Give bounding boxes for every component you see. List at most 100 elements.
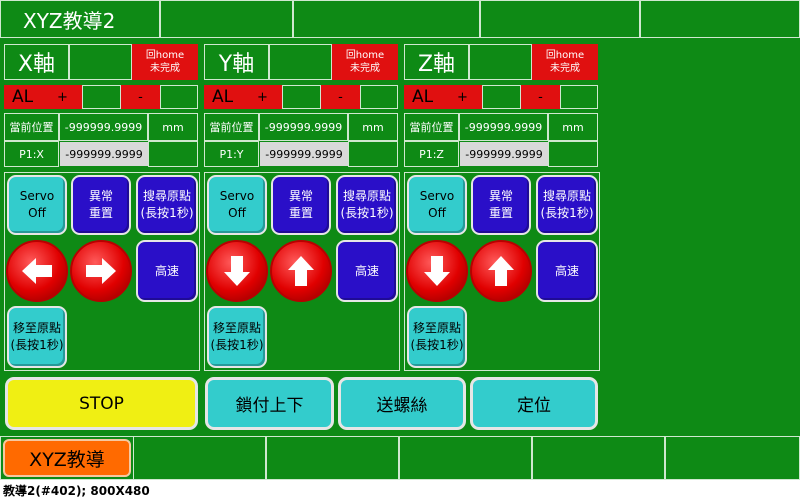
page-title: XYZ教導2 [23,8,116,33]
move-line2: (長按1秒) [210,338,264,352]
move-home-button[interactable]: 移至原點 (長按1秒) [7,306,67,368]
position-value: -999999.9999 [59,113,148,141]
move-line1: 移至原點 [412,321,461,335]
search-home-button[interactable]: 搜尋原點 (長按1秒) [536,175,598,235]
jog-minus-button[interactable]: - [521,85,560,109]
position-button[interactable]: 定位 [470,377,598,430]
home-status-line2: 未完成 [350,63,380,74]
move-line1: 移至原點 [12,321,61,335]
servo-toggle-button[interactable]: Servo Off [207,175,267,235]
position-unit: mm [348,113,398,141]
header-cell-empty [293,0,480,38]
jog-spacer [82,85,121,109]
servo-line1: Servo [419,189,455,203]
reset-line1: 異常 [288,189,313,203]
jog-plus-button[interactable]: + [443,85,482,109]
reset-line2: 重置 [288,206,313,220]
home-status-badge: 回home 未完成 [132,44,198,80]
axis-name-spacer [69,44,132,80]
alarm-reset-button[interactable]: 異常 重置 [471,175,531,235]
position-unit: mm [148,113,198,141]
home-status-line1: 回home [345,50,385,61]
jog-minus-button[interactable]: - [121,85,160,109]
p1-spacer [548,141,598,167]
nav-slot-empty [266,436,399,480]
search-line2: (長按1秒) [140,206,194,220]
alarm-indicator: AL [4,85,43,109]
down-arrow-icon [224,256,250,286]
servo-toggle-button[interactable]: Servo Off [7,175,67,235]
move-home-button[interactable]: 移至原點 (長按1秒) [207,306,267,368]
reset-line1: 異常 [488,189,513,203]
axis-name: Z軸 [404,44,469,80]
up-arrow-icon [488,256,514,286]
axis-name: X軸 [4,44,69,80]
jog-down-button[interactable] [406,240,468,302]
header-cell-empty [480,0,640,38]
nav-slot-empty [399,436,532,480]
home-status-line2: 未完成 [150,63,180,74]
alarm-indicator: AL [404,85,443,109]
move-home-button[interactable]: 移至原點 (長按1秒) [407,306,467,368]
search-home-button[interactable]: 搜尋原點 (長按1秒) [336,175,398,235]
speed-button[interactable]: 高速 [136,240,198,302]
jog-plus-button[interactable]: + [243,85,282,109]
axis-name: Y軸 [204,44,269,80]
jog-plus-button[interactable]: + [43,85,82,109]
reset-line2: 重置 [488,206,513,220]
position-label: 當前位置 [4,113,59,141]
feed-screw-button[interactable]: 送螺絲 [338,377,466,430]
p1-value-field[interactable]: -999999.9999 [60,142,148,166]
p1-value-field[interactable]: -999999.9999 [260,142,348,166]
move-line2: (長按1秒) [10,338,64,352]
home-status-line2: 未完成 [550,63,580,74]
down-arrow-icon [424,256,450,286]
lock-updown-button[interactable]: 鎖付上下 [205,377,334,430]
search-line1: 搜尋原點 [542,189,591,203]
alarm-reset-button[interactable]: 異常 重置 [271,175,331,235]
jog-down-button[interactable] [206,240,268,302]
screen-caption: 教導2(#402); 800X480 [3,484,150,498]
header-cell-empty [640,0,800,38]
home-status-badge: 回home 未完成 [332,44,398,80]
home-status-badge: 回home 未完成 [532,44,598,80]
p1-label: P1:X [4,141,59,167]
jog-right-button[interactable] [70,240,132,302]
nav-teach-button[interactable]: XYZ教導 [3,439,131,477]
servo-line1: Servo [19,189,55,203]
jog-minus-button[interactable]: - [321,85,360,109]
p1-label: P1:Y [204,141,259,167]
left-arrow-icon [22,258,52,284]
axis-name-spacer [269,44,332,80]
jog-left-button[interactable] [6,240,68,302]
alarm-reset-button[interactable]: 異常 重置 [71,175,131,235]
position-value: -999999.9999 [459,113,548,141]
axis-name-spacer [469,44,532,80]
p1-value-field[interactable]: -999999.9999 [460,142,548,166]
search-home-button[interactable]: 搜尋原點 (長按1秒) [136,175,198,235]
servo-line1: Servo [219,189,255,203]
move-line1: 移至原點 [212,321,261,335]
jog-up-button[interactable] [270,240,332,302]
servo-toggle-button[interactable]: Servo Off [407,175,467,235]
position-label: 當前位置 [404,113,459,141]
position-value: -999999.9999 [259,113,348,141]
title-cell: XYZ教導2 [0,0,160,38]
jog-spacer [160,85,198,109]
jog-spacer [482,85,521,109]
p1-spacer [148,141,198,167]
stop-button[interactable]: STOP [5,377,198,430]
position-label: 當前位置 [204,113,259,141]
servo-line2: Off [228,206,246,220]
speed-button[interactable]: 高速 [536,240,598,302]
search-line1: 搜尋原點 [142,189,191,203]
search-line2: (長按1秒) [540,206,594,220]
nav-slot-empty [532,436,665,480]
right-arrow-icon [86,258,116,284]
search-line1: 搜尋原點 [342,189,391,203]
jog-up-button[interactable] [470,240,532,302]
servo-line2: Off [28,206,46,220]
home-status-line1: 回home [145,50,185,61]
alarm-indicator: AL [204,85,243,109]
speed-button[interactable]: 高速 [336,240,398,302]
